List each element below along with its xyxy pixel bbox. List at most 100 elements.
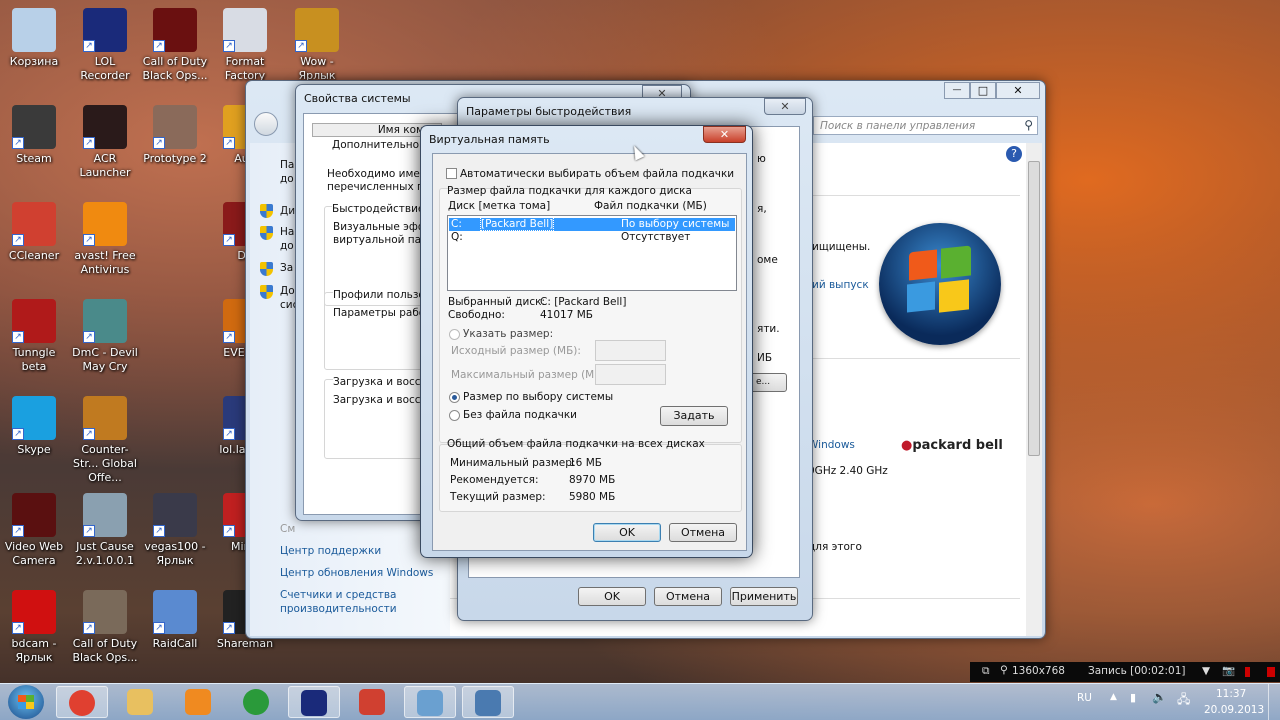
left-text: Па [280, 159, 295, 171]
ok-button[interactable]: OK [578, 587, 646, 606]
maximize-button[interactable]: □ [970, 82, 996, 99]
taskbar-system-properties[interactable] [462, 686, 514, 718]
app-icon: ↗ [153, 493, 197, 537]
edition-link[interactable]: ий выпуск [812, 279, 869, 291]
back-button[interactable] [254, 112, 278, 136]
desktop-icon[interactable]: ↗ Counter-Str... Global Offe... [70, 390, 140, 485]
app-icon: ↗ [12, 299, 56, 343]
taskbar-explorer[interactable] [114, 686, 166, 718]
desktop-icon[interactable]: ↗ Prototype 2 [140, 99, 210, 166]
left-link[interactable]: До [280, 285, 295, 297]
start-button[interactable] [8, 685, 44, 719]
left-link[interactable]: до [280, 240, 294, 252]
power-icon[interactable]: ▮ [1130, 691, 1136, 704]
volume-icon[interactable]: 🔈 [1152, 690, 1167, 704]
shortcut-arrow-icon: ↗ [223, 428, 235, 440]
close-button[interactable]: ✕ [764, 98, 806, 115]
desktop-icon[interactable]: ↗ LOL Recorder [70, 2, 140, 83]
max-size-input[interactable] [595, 364, 666, 385]
apply-button[interactable]: Применить [730, 587, 798, 606]
shortcut-arrow-icon: ↗ [12, 331, 24, 343]
system-managed-radio[interactable] [449, 392, 460, 403]
scrollbar-thumb[interactable] [1028, 161, 1040, 456]
desktop-icon[interactable]: Корзина [0, 2, 69, 69]
custom-size-label[interactable]: Указать размер: [463, 328, 553, 340]
taskbar-control-panel[interactable] [404, 686, 456, 718]
set-button[interactable]: Задать [660, 406, 728, 426]
cancel-button[interactable]: Отмена [669, 523, 737, 542]
taskbar-utorrent[interactable] [230, 686, 282, 718]
no-paging-radio[interactable] [449, 410, 460, 421]
auto-label[interactable]: Автоматически выбирать объем файла подка… [460, 168, 734, 180]
search-icon[interactable]: ⚲ [1000, 664, 1008, 676]
language-indicator[interactable]: RU [1077, 692, 1092, 704]
search-icon[interactable]: ⚲ [1024, 118, 1033, 132]
performance-link[interactable]: Счетчики и средства [280, 589, 396, 601]
left-link[interactable]: Ди [280, 205, 295, 217]
taskbar-lol[interactable] [288, 686, 340, 718]
clock-time[interactable]: 11:37 [1216, 688, 1246, 700]
no-paging-label[interactable]: Без файла подкачки [463, 409, 577, 421]
desktop-icon[interactable]: ↗ CCleaner [0, 196, 69, 263]
tab-advanced[interactable]: Дополнительно [332, 139, 419, 151]
pause-icon[interactable] [1245, 667, 1250, 677]
desktop-icon[interactable]: ↗ Format Factory [210, 2, 280, 83]
dropdown-icon[interactable]: ▼ [1202, 665, 1210, 677]
cancel-button[interactable]: Отмена [654, 587, 722, 606]
show-hidden-icons[interactable]: ▲ [1110, 692, 1117, 702]
search-placeholder: Поиск в панели управления [820, 120, 976, 132]
desktop-icon[interactable]: ↗ Call of Duty Black Ops... [140, 2, 210, 83]
desktop-icon[interactable]: ↗ Wow - Ярлык [282, 2, 352, 83]
ok-button[interactable]: OK [593, 523, 661, 542]
recording-status: Запись [00:02:01] [1088, 665, 1186, 677]
shortcut-arrow-icon: ↗ [153, 40, 165, 52]
shield-icon [260, 285, 273, 299]
taskbar-media-player[interactable] [172, 686, 224, 718]
desktop-icon[interactable]: ↗ Tunngle beta [0, 293, 69, 374]
desktop-icon[interactable]: ↗ Video Web Camera [0, 487, 69, 568]
desktop-icon[interactable]: ↗ Call of Duty Black Ops... [70, 584, 140, 665]
drive-file: Отсутствует [621, 231, 691, 243]
desktop-icon[interactable]: ↗ Steam [0, 99, 69, 166]
clock-date[interactable]: 20.09.2013 [1204, 704, 1264, 716]
minimize-button[interactable]: — [944, 82, 970, 99]
desktop-icon[interactable]: ↗ ACR Launcher [70, 99, 140, 180]
custom-size-radio[interactable] [449, 329, 460, 340]
drive-row[interactable]: C: [Packard Bell] По выбору системы [449, 217, 735, 231]
shortcut-arrow-icon: ↗ [83, 331, 95, 343]
free-label: Свободно: [448, 309, 505, 321]
help-icon[interactable]: ? [1006, 146, 1022, 162]
desktop-icon[interactable]: ↗ Just Cause 2.v.1.0.0.1 [70, 487, 140, 568]
initial-size-input[interactable] [595, 340, 666, 361]
left-link[interactable]: За [280, 262, 293, 274]
search-input[interactable]: Поиск в панели управления ⚲ [813, 116, 1038, 135]
shortcut-arrow-icon: ↗ [12, 234, 24, 246]
desktop-icon[interactable]: ↗ bdcam - Ярлык [0, 584, 69, 665]
stop-icon[interactable] [1267, 667, 1275, 677]
camera-icon[interactable]: 📷 [1222, 664, 1235, 677]
desktop-icon[interactable]: ↗ avast! Free Antivirus [70, 196, 140, 277]
auto-checkbox[interactable] [446, 168, 457, 179]
drive-list[interactable]: C: [Packard Bell] По выбору системы Q: О… [447, 215, 737, 291]
network-icon[interactable]: 🖧 [1177, 690, 1190, 711]
desktop-icon[interactable]: ↗ DmC - Devil May Cry [70, 293, 140, 374]
desktop-icon[interactable]: ↗ Skype [0, 390, 69, 457]
desktop-icon-label: Steam [16, 152, 52, 165]
support-center-link[interactable]: Центр поддержки [280, 545, 381, 557]
scrollbar[interactable] [1026, 143, 1042, 636]
show-desktop-button[interactable] [1268, 684, 1280, 720]
windows-update-link[interactable]: Центр обновления Windows [280, 567, 433, 579]
left-link[interactable]: На [280, 226, 294, 238]
drive-row[interactable]: Q: Отсутствует [449, 231, 735, 244]
taskbar-ccleaner[interactable] [346, 686, 398, 718]
close-button[interactable]: ✕ [996, 82, 1040, 99]
desktop-icon[interactable]: ↗ RaidCall [140, 584, 210, 651]
drive-label: [Packard Bell] [479, 217, 555, 231]
taskbar-chrome[interactable] [56, 686, 108, 718]
system-managed-label[interactable]: Размер по выбору системы [463, 391, 613, 403]
close-button[interactable]: ✕ [703, 126, 746, 143]
windows-link[interactable]: Windows [808, 439, 855, 451]
window-icon[interactable]: ⧉ [982, 665, 990, 678]
desktop-icon[interactable]: ↗ vegas100 - Ярлык [140, 487, 210, 568]
performance-link-2[interactable]: производительности [280, 603, 397, 615]
